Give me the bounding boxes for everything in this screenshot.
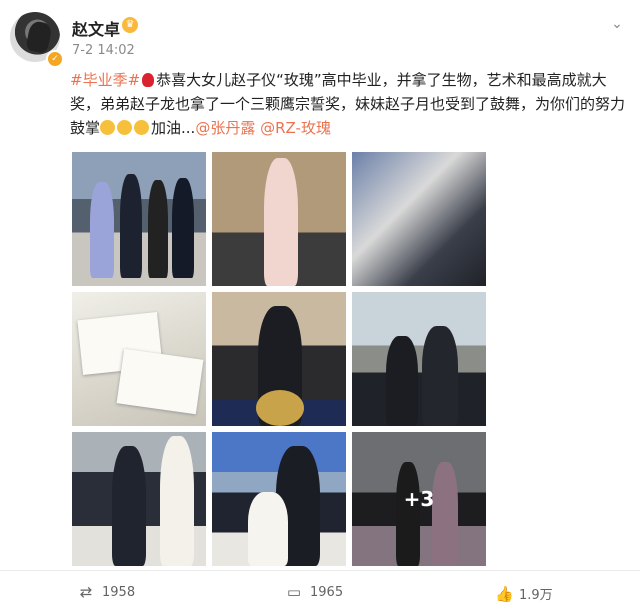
repost-button[interactable]: ⇄ 1958 — [78, 584, 135, 600]
more-photos-count[interactable]: +3 — [352, 432, 486, 566]
mention-link[interactable]: @RZ-玫瑰 — [260, 119, 331, 137]
photo-thumbnail[interactable] — [212, 152, 346, 286]
photo-thumbnail[interactable] — [72, 152, 206, 286]
photo-thumbnail[interactable] — [212, 292, 346, 426]
photo-thumbnail[interactable] — [72, 432, 206, 566]
photo-thumbnail[interactable]: +3 — [352, 432, 486, 566]
like-button[interactable]: 👍 1.9万 — [495, 584, 553, 604]
thumbs-up-icon: 👍 — [495, 584, 514, 603]
photo-thumbnail[interactable] — [72, 292, 206, 426]
crown-icon: ♛ — [122, 17, 138, 33]
verified-badge-icon: ✓ — [46, 50, 64, 68]
repost-icon: ⇄ — [79, 583, 93, 601]
author-name[interactable]: 赵文卓 — [72, 16, 120, 40]
mention-link[interactable]: @张丹露 — [195, 119, 255, 137]
post-header: ✓ 赵文卓 ♛ 7-2 14:02 ⌄ — [10, 10, 630, 70]
divider — [0, 570, 640, 571]
action-bar: ⇄ 1958 ▭ 1965 👍 1.9万 — [0, 576, 640, 612]
chevron-down-icon[interactable]: ⌄ — [608, 16, 626, 34]
clap-emoji-icon — [117, 120, 133, 135]
clap-emoji-icon — [134, 120, 150, 135]
photo-thumbnail[interactable] — [352, 292, 486, 426]
post-text: #毕业季# 恭喜大女儿赵子仪“玫瑰”高中毕业，并拿了生物，艺术和最高成就大奖，弟弟… — [70, 68, 626, 140]
like-count: 1.9万 — [519, 588, 553, 603]
post-body-2: 加油... — [151, 119, 196, 137]
hashtag-link[interactable]: #毕业季# — [70, 71, 140, 89]
clap-emoji-icon — [100, 120, 116, 135]
photo-thumbnail[interactable] — [212, 432, 346, 566]
comment-count: 1965 — [310, 584, 344, 600]
post-time[interactable]: 7-2 14:02 — [72, 43, 135, 58]
comment-button[interactable]: ▭ 1965 — [286, 584, 343, 600]
photo-thumbnail[interactable] — [352, 152, 486, 286]
comment-icon: ▭ — [286, 583, 302, 601]
repost-count: 1958 — [102, 584, 136, 600]
rose-emoji-icon — [142, 73, 155, 87]
